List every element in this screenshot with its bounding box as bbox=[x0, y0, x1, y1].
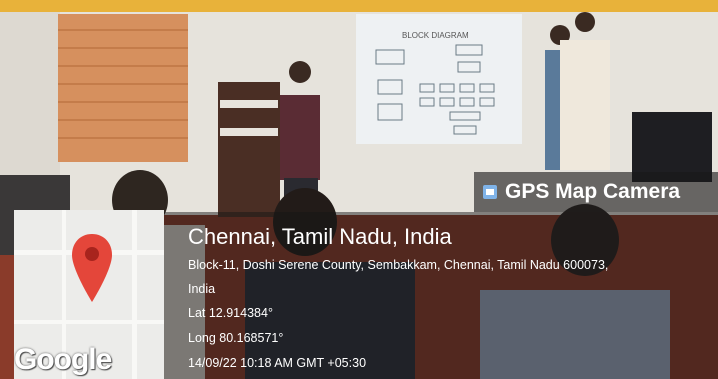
map-pin-icon bbox=[72, 234, 112, 302]
location-info-panel: Chennai, Tamil Nadu, India Block-11, Dos… bbox=[164, 212, 718, 379]
timestamp: 14/09/22 10:18 AM GMT +05:30 bbox=[188, 356, 367, 370]
camera-app-icon bbox=[483, 185, 497, 199]
google-logo: Google bbox=[14, 343, 112, 376]
map-thumbnail: Google bbox=[14, 210, 164, 379]
gps-camera-tag: GPS Map Camera bbox=[474, 172, 718, 212]
location-title: Chennai, Tamil Nadu, India bbox=[188, 224, 452, 249]
slide-title: BLOCK DIAGRAM bbox=[402, 31, 469, 40]
longitude: Long 80.168571° bbox=[188, 331, 284, 345]
photo: BLOCK DIAGRAM Google GPS Map Camera Chen… bbox=[0, 0, 718, 379]
latitude: Lat 12.914384° bbox=[188, 306, 273, 320]
camera-label: GPS Map Camera bbox=[505, 180, 681, 203]
address-line-1: Block-11, Doshi Serene County, Sembakkam… bbox=[188, 258, 609, 272]
address-line-2: India bbox=[188, 282, 216, 296]
